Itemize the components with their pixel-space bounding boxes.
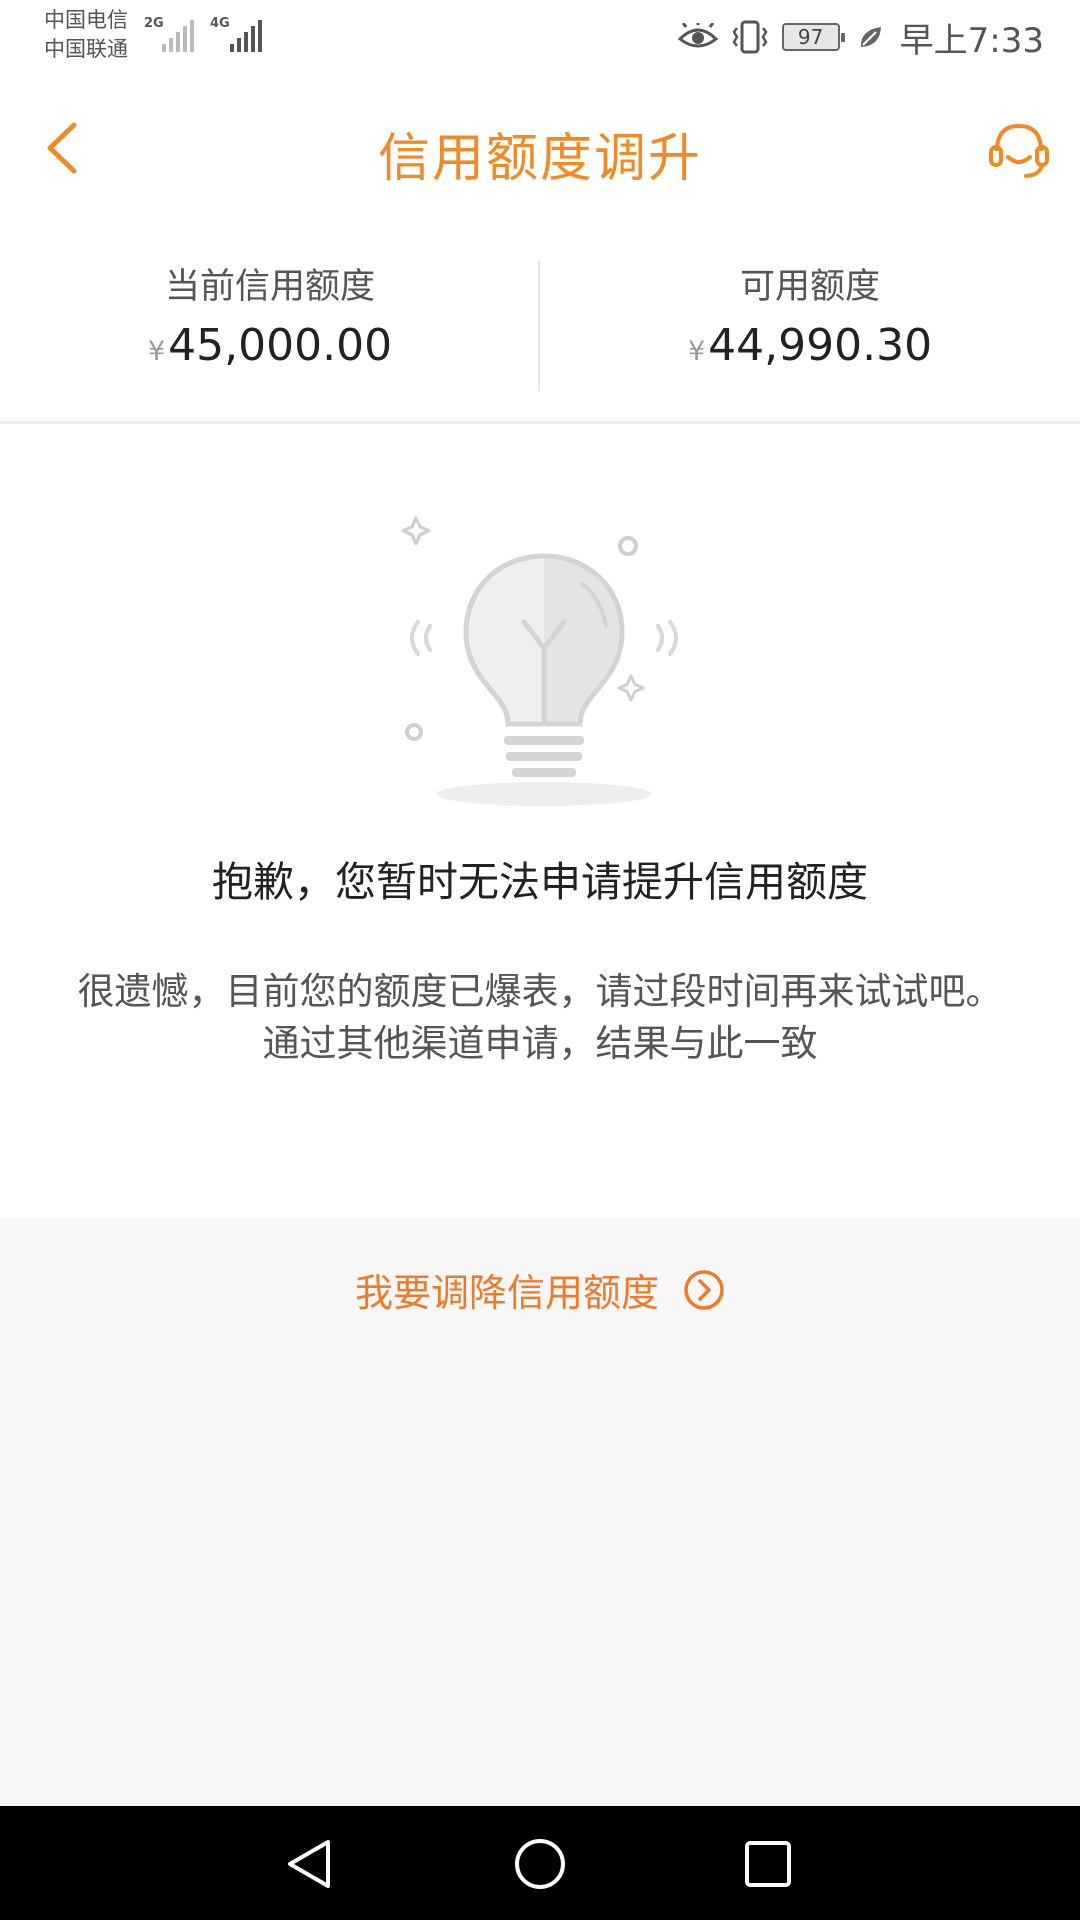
current-credit-limit-value: 45,000.00 (168, 320, 393, 371)
signal-icon-2 (230, 14, 262, 52)
circle-chevron-right-icon (684, 1269, 724, 1310)
currency-symbol: ¥ (687, 336, 706, 367)
eye-comfort-icon (677, 23, 718, 51)
nav-back-icon[interactable] (280, 1834, 340, 1894)
carrier-2: 中国联通 (44, 37, 128, 61)
available-credit: 可用额度 ¥44,990.30 (540, 225, 1080, 423)
result-message: 很遗憾，目前您的额度已爆表，请过段时间再来试试吧。 通过其他渠道申请，结果与此一… (60, 966, 1020, 1070)
status-right: 97 早上7:33 (677, 14, 1044, 61)
system-navigation-bar (0, 1806, 1080, 1920)
status-time: 早上7:33 (899, 20, 1044, 61)
network-type-1: 2G (144, 16, 164, 31)
current-credit-limit: 当前信用额度 ¥45,000.00 (0, 225, 540, 423)
result-headline: 抱歉，您暂时无法申请提升信用额度 (212, 858, 868, 906)
customer-service-button[interactable] (986, 117, 1052, 183)
nav-home-icon[interactable] (510, 1834, 570, 1894)
result-message-line-2: 通过其他渠道申请，结果与此一致 (262, 1022, 818, 1065)
result-message-line-1: 很遗憾，目前您的额度已爆表，请过段时间再来试试吧。 (77, 970, 1003, 1013)
page-title: 信用额度调升 (377, 129, 702, 189)
current-credit-limit-label: 当前信用额度 (164, 267, 375, 307)
signal-icon-1 (162, 14, 194, 52)
reduce-credit-limit-link[interactable]: 我要调降信用额度 (0, 1262, 1080, 1317)
nav-recents-icon[interactable] (738, 1834, 798, 1894)
currency-symbol: ¥ (147, 336, 166, 367)
available-credit-value-row: ¥44,990.30 (540, 320, 1080, 371)
result-card: 抱歉，您暂时无法申请提升信用额度 很遗憾，目前您的额度已爆表，请过段时间再来试试… (0, 424, 1080, 1218)
header: 信用额度调升 (0, 75, 1080, 225)
leaf-icon (858, 24, 884, 50)
vibrate-icon (730, 20, 770, 54)
battery-icon: 97 (781, 23, 845, 51)
credit-limit-increase-screen: 中国电信 中国联通 2G 4G 97 早上7:33 信用额度调升 当前信用额度 … (0, 0, 1080, 1920)
current-credit-limit-value-row: ¥45,000.00 (0, 320, 540, 371)
carrier-info: 中国电信 中国联通 (44, 6, 144, 64)
reduce-credit-limit-label: 我要调降信用额度 (354, 1271, 659, 1315)
available-credit-value: 44,990.30 (708, 320, 933, 371)
lightbulb-icon (401, 516, 678, 806)
carrier-1: 中国电信 (44, 8, 128, 32)
headset-icon (989, 123, 1049, 178)
credit-summary: 当前信用额度 ¥45,000.00 可用额度 ¥44,990.30 (0, 225, 1080, 423)
status-bar: 中国电信 中国联通 2G 4G 97 早上7:33 (0, 0, 1080, 75)
network-type-2: 4G (210, 16, 230, 31)
available-credit-label: 可用额度 (739, 267, 880, 307)
